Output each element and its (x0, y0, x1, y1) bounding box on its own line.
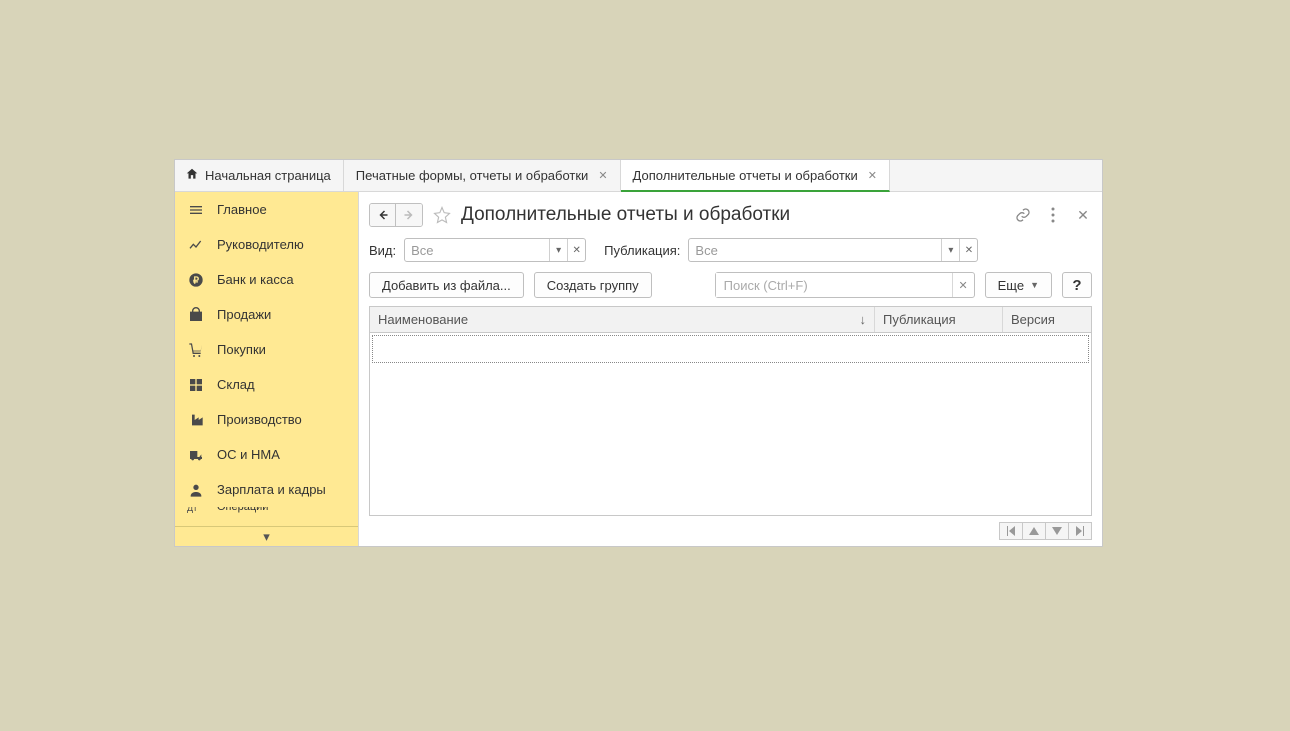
col-name-label: Наименование (378, 312, 468, 327)
nav-first-button[interactable] (999, 522, 1023, 540)
close-icon[interactable]: ✕ (868, 169, 877, 182)
filter-pub-label: Публикация: (604, 243, 680, 258)
sidebar-item-label: Покупки (217, 342, 266, 357)
table: Наименование ↓ Публикация Версия (369, 306, 1092, 516)
sidebar-items: Главное Руководителю ₽ Банк и касса (175, 192, 358, 526)
tabs-bar: Начальная страница Печатные формы, отчет… (175, 160, 1102, 192)
table-empty-row (372, 335, 1089, 363)
title-actions: ✕ (1014, 206, 1092, 224)
col-ver-label: Версия (1011, 312, 1055, 327)
truck-icon (187, 447, 205, 463)
filter-kind-input[interactable] (405, 239, 549, 261)
sidebar-item-label: Зарплата и кадры (217, 482, 326, 497)
sidebar-item-main[interactable]: Главное (175, 192, 358, 227)
filter-pub-combo[interactable]: ▾ ✕ (688, 238, 978, 262)
filter-kind-combo[interactable]: ▾ ✕ (404, 238, 586, 262)
bag-icon (187, 307, 205, 323)
link-button[interactable] (1014, 206, 1032, 224)
clear-search-button[interactable]: ✕ (952, 273, 974, 297)
chevron-down-icon: ▾ (263, 529, 270, 545)
sidebar-item-label: Главное (217, 202, 267, 217)
sidebar-item-label: ОС и НМА (217, 447, 280, 462)
col-name-header[interactable]: Наименование ↓ (370, 307, 875, 332)
help-label: ? (1072, 277, 1081, 294)
sidebar-item-warehouse[interactable]: Склад (175, 367, 358, 402)
filter-pub-input[interactable] (689, 239, 941, 261)
dropdown-icon[interactable]: ▾ (549, 239, 567, 261)
sidebar-item-operations-partial: Дт Операции (175, 507, 358, 513)
main-content: Дополнительные отчеты и обработки ✕ Вид:… (359, 192, 1102, 546)
clear-icon[interactable]: ✕ (567, 239, 585, 261)
tab-print-forms[interactable]: Печатные формы, отчеты и обработки ✕ (344, 160, 621, 191)
sidebar-item-label: Банк и касса (217, 272, 294, 287)
nav-buttons (369, 203, 423, 227)
chart-line-icon (187, 237, 205, 253)
close-panel-button[interactable]: ✕ (1074, 206, 1092, 224)
col-pub-label: Публикация (883, 312, 956, 327)
col-ver-header[interactable]: Версия (1003, 307, 1091, 332)
help-button[interactable]: ? (1062, 272, 1092, 298)
ruble-icon: ₽ (187, 272, 205, 288)
factory-icon (187, 412, 205, 428)
nav-last-button[interactable] (1068, 522, 1092, 540)
clear-icon[interactable]: ✕ (959, 239, 977, 261)
create-group-button[interactable]: Создать группу (534, 272, 652, 298)
tab-home-label: Начальная страница (205, 168, 331, 183)
forward-button[interactable] (396, 204, 422, 226)
add-from-file-label: Добавить из файла... (382, 278, 511, 293)
sidebar: Главное Руководителю ₽ Банк и касса (175, 192, 359, 546)
dropdown-icon[interactable]: ▾ (941, 239, 959, 261)
tab-print-forms-label: Печатные формы, отчеты и обработки (356, 168, 589, 183)
table-header: Наименование ↓ Публикация Версия (370, 307, 1091, 333)
nav-up-button[interactable] (1022, 522, 1046, 540)
sidebar-item-label: Продажи (217, 307, 271, 322)
sort-down-icon: ↓ (860, 312, 867, 327)
filter-kind-label: Вид: (369, 243, 396, 258)
more-label: Еще (998, 278, 1024, 293)
table-nav (359, 516, 1102, 546)
page-title: Дополнительные отчеты и обработки (461, 204, 1006, 226)
cart-icon (187, 342, 205, 358)
col-pub-header[interactable]: Публикация (875, 307, 1003, 332)
sidebar-item-assets[interactable]: ОС и НМА (175, 437, 358, 472)
sidebar-item-label: Склад (217, 377, 255, 392)
chevron-down-icon: ▼ (1030, 280, 1039, 290)
sidebar-item-bank[interactable]: ₽ Банк и касса (175, 262, 358, 297)
back-button[interactable] (370, 204, 396, 226)
sidebar-item-purchases[interactable]: Покупки (175, 332, 358, 367)
table-body[interactable] (370, 333, 1091, 515)
sidebar-item-hr[interactable]: Зарплата и кадры (175, 472, 358, 507)
more-menu-button[interactable] (1044, 206, 1062, 224)
nav-down-button[interactable] (1045, 522, 1069, 540)
tab-additional-reports[interactable]: Дополнительные отчеты и обработки ✕ (621, 160, 890, 192)
title-bar: Дополнительные отчеты и обработки ✕ (359, 192, 1102, 232)
search-input[interactable] (716, 273, 952, 297)
sidebar-item-label: Производство (217, 412, 302, 427)
app-window: Начальная страница Печатные формы, отчет… (174, 159, 1103, 547)
tab-additional-reports-label: Дополнительные отчеты и обработки (633, 168, 858, 183)
sidebar-item-manager[interactable]: Руководителю (175, 227, 358, 262)
person-icon (187, 482, 205, 498)
app-body: Главное Руководителю ₽ Банк и касса (175, 192, 1102, 546)
svg-text:₽: ₽ (193, 275, 199, 285)
sidebar-item-manufacturing[interactable]: Производство (175, 402, 358, 437)
sidebar-expand-button[interactable]: ▾ (175, 526, 358, 546)
search-box[interactable]: ✕ (715, 272, 975, 298)
menu-icon (187, 202, 205, 218)
home-icon (185, 167, 199, 184)
sidebar-item-label: Руководителю (217, 237, 304, 252)
tab-home[interactable]: Начальная страница (175, 160, 344, 191)
filter-row: Вид: ▾ ✕ Публикация: ▾ ✕ (359, 232, 1102, 268)
sidebar-item-sales[interactable]: Продажи (175, 297, 358, 332)
boxes-icon (187, 377, 205, 393)
close-icon[interactable]: ✕ (598, 169, 607, 182)
action-row: Добавить из файла... Создать группу ✕ Ещ… (359, 268, 1102, 306)
add-from-file-button[interactable]: Добавить из файла... (369, 272, 524, 298)
more-button[interactable]: Еще ▼ (985, 272, 1052, 298)
favorite-button[interactable] (431, 204, 453, 226)
create-group-label: Создать группу (547, 278, 639, 293)
